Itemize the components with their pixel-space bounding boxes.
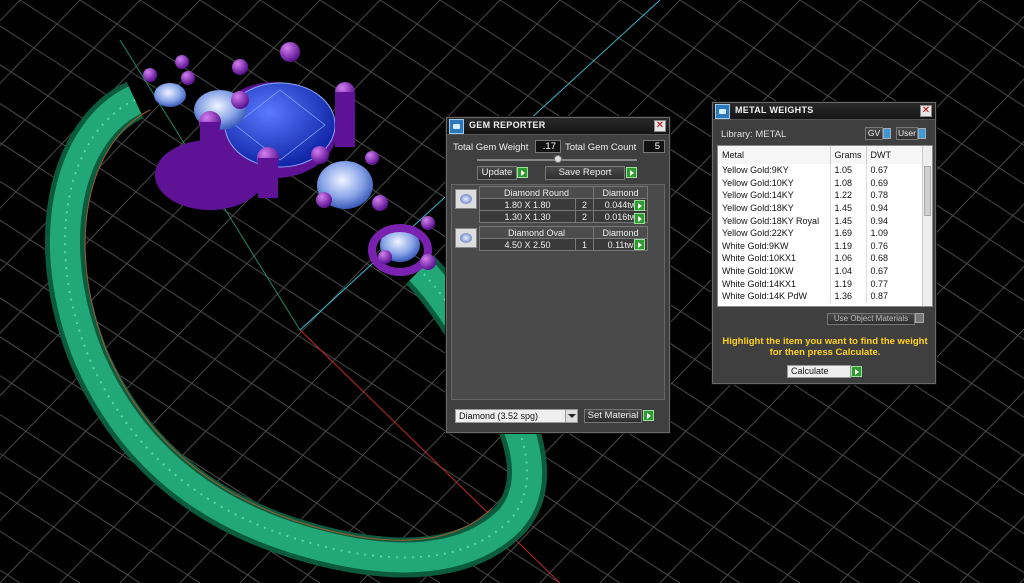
gem-row-go-icon[interactable] — [634, 200, 645, 211]
diamond-round-thumbnail — [455, 189, 477, 209]
metal-row[interactable]: Yellow Gold:18KY Royal 1.45 0.94 — [718, 214, 932, 227]
calculate-hint: Highlight the item you want to find the … — [719, 336, 931, 358]
close-icon[interactable]: ✕ — [654, 120, 666, 132]
calculate-label: Calculate — [791, 366, 829, 376]
gv-toggle-icon[interactable] — [883, 128, 891, 139]
calculate-hint-line1: Highlight the item you want to find the … — [722, 336, 928, 347]
metal-row[interactable]: White Gold:10KW 1.04 0.67 — [718, 264, 932, 278]
metal-column-header[interactable]: Metal — [718, 146, 831, 164]
update-button[interactable]: Update — [477, 166, 517, 180]
group-material-cell: Diamond — [593, 226, 648, 239]
metal-list[interactable]: Metal Grams DWT Yellow Gold:9KY 1.05 0.67 Y… — [717, 145, 933, 307]
metal-weights-title: METAL WEIGHTS — [735, 105, 814, 115]
gem-count-cell: 1 — [575, 238, 594, 251]
metal-metal-cell: White Gold:10KW — [718, 264, 831, 278]
use-object-materials-button[interactable]: Use Object Materials — [827, 313, 915, 325]
grams-column-header[interactable]: Grams — [830, 146, 867, 164]
metal-metal-cell: Yellow Gold:18KY Royal — [718, 214, 831, 227]
metal-metal-cell: White Gold:14K PdW — [718, 289, 831, 303]
group-shape-cell: Diamond Round — [479, 186, 594, 199]
metal-metal-cell: White Gold:10KX1 — [718, 252, 831, 265]
metal-grams-cell: 1.36 — [830, 289, 867, 303]
metal-list-header: Metal Grams DWT — [718, 146, 932, 164]
calculate-go-icon[interactable] — [851, 366, 862, 377]
metal-row[interactable]: White Gold:14KX1 1.19 0.77 — [718, 277, 932, 290]
metal-row[interactable]: Yellow Gold:9KY 1.05 0.67 — [718, 164, 932, 177]
chevron-down-icon[interactable] — [565, 410, 577, 422]
group-material-cell: Diamond — [593, 186, 648, 199]
library-label: Library: METAL — [721, 129, 787, 140]
total-gem-weight-label: Total Gem Weight — [453, 142, 529, 153]
metal-metal-cell: Yellow Gold:9KY — [718, 164, 831, 177]
gem-row-go-icon[interactable] — [634, 239, 645, 250]
metal-row[interactable]: Yellow Gold:10KY 1.08 0.69 — [718, 176, 932, 190]
gem-reporter-panel: GEM REPORTER ✕ Total Gem Weight .17 Tota… — [446, 117, 670, 433]
metal-row[interactable]: Yellow Gold:14KY 1.22 0.78 — [718, 189, 932, 202]
metal-grams-cell: 1.05 — [830, 164, 867, 177]
metal-grams-cell: 1.19 — [830, 277, 867, 290]
metal-metal-cell: White Gold:9KW — [718, 239, 831, 253]
gem-size-cell: 4.50 X 2.50 — [479, 238, 576, 251]
gem-size-cell: 1.30 X 1.30 — [479, 210, 576, 223]
metal-metal-cell: Yellow Gold:14KY — [718, 189, 831, 202]
user-toggle-icon[interactable] — [918, 128, 926, 139]
metal-metal-cell: Yellow Gold:18KY — [718, 201, 831, 215]
save-report-button[interactable]: Save Report — [545, 166, 625, 180]
gem-count-cell: 2 — [575, 210, 594, 223]
metal-weights-panel: METAL WEIGHTS ✕ Library: METAL GV User M… — [712, 102, 936, 384]
material-select-value: Diamond (3.52 spg) — [459, 411, 539, 421]
metal-grams-cell: 1.19 — [830, 239, 867, 253]
metal-grams-cell: 1.45 — [830, 201, 867, 215]
scrollbar-thumb[interactable] — [924, 166, 931, 216]
metal-metal-cell: Yellow Gold:22KY — [718, 226, 831, 240]
user-button[interactable]: User — [896, 127, 918, 140]
metal-grams-cell: 1.08 — [830, 176, 867, 190]
group-shape-cell: Diamond Oval — [479, 226, 594, 239]
use-object-materials-toggle-icon[interactable] — [915, 313, 924, 323]
metal-grams-cell: 1.06 — [830, 252, 867, 265]
metal-grams-cell: 1.04 — [830, 264, 867, 278]
gem-reporter-title: GEM REPORTER — [469, 120, 546, 130]
calculate-button[interactable]: Calculate — [787, 365, 851, 378]
metal-metal-cell: Yellow Gold:10KY — [718, 176, 831, 190]
gem-row-go-icon[interactable] — [634, 213, 645, 224]
diamond-oval-thumbnail — [455, 228, 477, 248]
size-slider-handle[interactable] — [554, 155, 562, 163]
metal-row[interactable]: Yellow Gold:18KY 1.45 0.94 — [718, 201, 932, 215]
gem-reporter-app-icon — [449, 119, 464, 134]
metal-weights-titlebar[interactable]: METAL WEIGHTS ✕ — [713, 103, 935, 120]
set-material-go-icon[interactable] — [643, 410, 654, 421]
set-material-button[interactable]: Set Material — [584, 409, 642, 423]
update-go-icon[interactable] — [517, 167, 528, 178]
metal-grams-cell: 1.22 — [830, 189, 867, 202]
gem-size-cell: 1.80 X 1.80 — [479, 198, 576, 211]
metal-row[interactable]: Yellow Gold:22KY 1.69 1.09 — [718, 226, 932, 240]
metal-row[interactable]: White Gold:14K PdW 1.36 0.87 — [718, 289, 932, 303]
metal-metal-cell: White Gold:14KX1 — [718, 277, 831, 290]
close-icon[interactable]: ✕ — [920, 105, 932, 117]
metal-grams-cell: 1.45 — [830, 214, 867, 227]
metal-list-scrollbar[interactable] — [922, 146, 932, 306]
save-report-go-icon[interactable] — [626, 167, 637, 178]
calculate-hint-line2: for then press Calculate. — [769, 347, 881, 358]
metal-row[interactable]: White Gold:10KX1 1.06 0.68 — [718, 252, 932, 265]
gem-count-cell: 2 — [575, 198, 594, 211]
flask-icon — [715, 104, 730, 119]
total-gem-count-value: 5 — [643, 140, 665, 153]
total-gem-count-label: Total Gem Count — [565, 142, 637, 153]
gv-button[interactable]: GV — [865, 127, 883, 140]
metal-grams-cell: 1.69 — [830, 226, 867, 240]
metal-row[interactable]: White Gold:9KW 1.19 0.76 — [718, 239, 932, 253]
material-select[interactable]: Diamond (3.52 spg) — [455, 409, 578, 423]
gem-reporter-titlebar[interactable]: GEM REPORTER ✕ — [447, 118, 669, 135]
total-gem-weight-value: .17 — [535, 140, 561, 153]
